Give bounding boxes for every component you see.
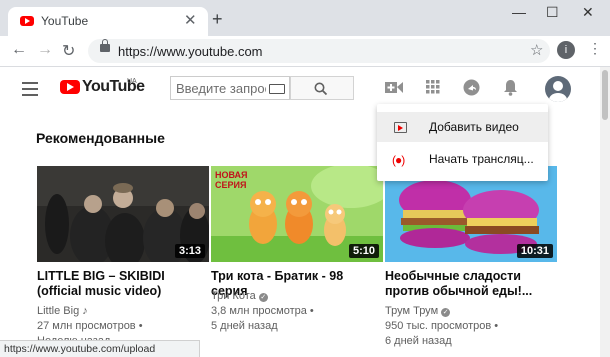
- verified-check-icon: ✓: [441, 308, 451, 317]
- video-views: 3,8 млн просмотра: [211, 305, 307, 317]
- video-title[interactable]: Необычные сладости против обычной еды!..…: [385, 269, 557, 299]
- create-video-icon[interactable]: [385, 81, 403, 94]
- music-note-icon: ♪: [82, 305, 88, 317]
- section-title: Рекомендованные: [36, 130, 165, 146]
- minimize-icon[interactable]: —: [512, 4, 526, 20]
- search-placeholder: Введите запрос: [176, 81, 266, 96]
- video-channel[interactable]: Трум Трум ✓: [385, 304, 451, 318]
- video-duration: 3:13: [174, 244, 205, 258]
- tab-title: YouTube: [41, 14, 89, 28]
- upload-video-icon: [394, 122, 407, 133]
- address-bar[interactable]: https://www.youtube.com ☆: [88, 39, 550, 63]
- profile-avatar[interactable]: i: [557, 41, 575, 59]
- dropdown-item-label: Добавить видео: [429, 120, 519, 134]
- upload-dropdown-menu: Добавить видео (●) Начать трансляц...: [377, 104, 548, 181]
- notifications-bell-icon[interactable]: [503, 79, 518, 96]
- share-message-icon[interactable]: [463, 79, 480, 96]
- dropdown-item-go-live[interactable]: (●) Начать трансляц...: [377, 144, 548, 174]
- status-bar: https://www.youtube.com/upload: [0, 340, 200, 357]
- video-title[interactable]: LITTLE BIG – SKIBIDI (official music vid…: [37, 269, 209, 299]
- account-avatar[interactable]: [545, 76, 571, 102]
- scrollbar-thumb[interactable]: [602, 70, 608, 120]
- video-views: 950 тыс. просмотров: [385, 320, 492, 332]
- browser-menu-icon[interactable]: ⋮: [588, 40, 602, 57]
- youtube-favicon-icon: [20, 16, 34, 26]
- tab-close-icon[interactable]: ✕: [184, 11, 197, 29]
- youtube-logo-icon[interactable]: [60, 80, 80, 94]
- apps-grid-icon[interactable]: [426, 80, 440, 94]
- dropdown-item-upload-video[interactable]: Добавить видео: [377, 112, 548, 142]
- video-channel[interactable]: Little Big ♪: [37, 304, 88, 318]
- new-tab-button[interactable]: +: [212, 9, 223, 30]
- channel-name[interactable]: Три Кота: [211, 290, 256, 302]
- video-age: 6 дней назад: [385, 335, 452, 347]
- video-channel[interactable]: Три Кота ✓: [211, 289, 268, 303]
- video-thumbnail[interactable]: 3:13: [37, 166, 209, 262]
- lock-icon: [100, 39, 110, 52]
- search-input[interactable]: Введите запрос: [170, 76, 290, 100]
- search-button[interactable]: [290, 76, 354, 100]
- video-stats: 27 млн просмотров •: [37, 320, 143, 332]
- search-icon: [314, 82, 328, 96]
- url-text[interactable]: https://www.youtube.com: [118, 44, 263, 59]
- channel-name[interactable]: Трум Трум: [385, 305, 438, 317]
- video-stats: 950 тыс. просмотров •: [385, 320, 499, 332]
- status-url: https://www.youtube.com/upload: [4, 343, 156, 355]
- window-close-icon[interactable]: ✕: [582, 4, 594, 21]
- channel-name[interactable]: Little Big: [37, 305, 79, 317]
- hamburger-menu-icon[interactable]: [22, 82, 38, 100]
- video-duration: 10:31: [516, 244, 553, 258]
- keyboard-icon[interactable]: [269, 84, 285, 94]
- forward-arrow-icon[interactable]: →: [37, 41, 53, 59]
- browser-toolbar: ← → ↻ https://www.youtube.com ☆: [0, 36, 610, 67]
- video-age: 5 дней назад: [211, 320, 278, 332]
- bookmark-star-icon[interactable]: ☆: [530, 41, 543, 59]
- video-views: 27 млн просмотров: [37, 320, 136, 332]
- video-thumbnail[interactable]: НОВАЯ СЕРИЯ 5:10: [211, 166, 383, 262]
- logo-region: UA: [127, 78, 137, 85]
- maximize-icon[interactable]: ☐: [546, 4, 559, 21]
- dropdown-item-label: Начать трансляц...: [429, 152, 534, 166]
- verified-check-icon: ✓: [258, 293, 268, 302]
- reload-icon[interactable]: ↻: [62, 41, 75, 61]
- thumbnail-badge: НОВАЯ СЕРИЯ: [215, 170, 248, 190]
- video-duration: 5:10: [348, 244, 379, 258]
- video-stats: 3,8 млн просмотра •: [211, 305, 314, 317]
- browser-tab[interactable]: YouTube ✕: [8, 7, 208, 36]
- back-arrow-icon[interactable]: ←: [11, 41, 27, 59]
- live-broadcast-icon: (●): [392, 153, 405, 167]
